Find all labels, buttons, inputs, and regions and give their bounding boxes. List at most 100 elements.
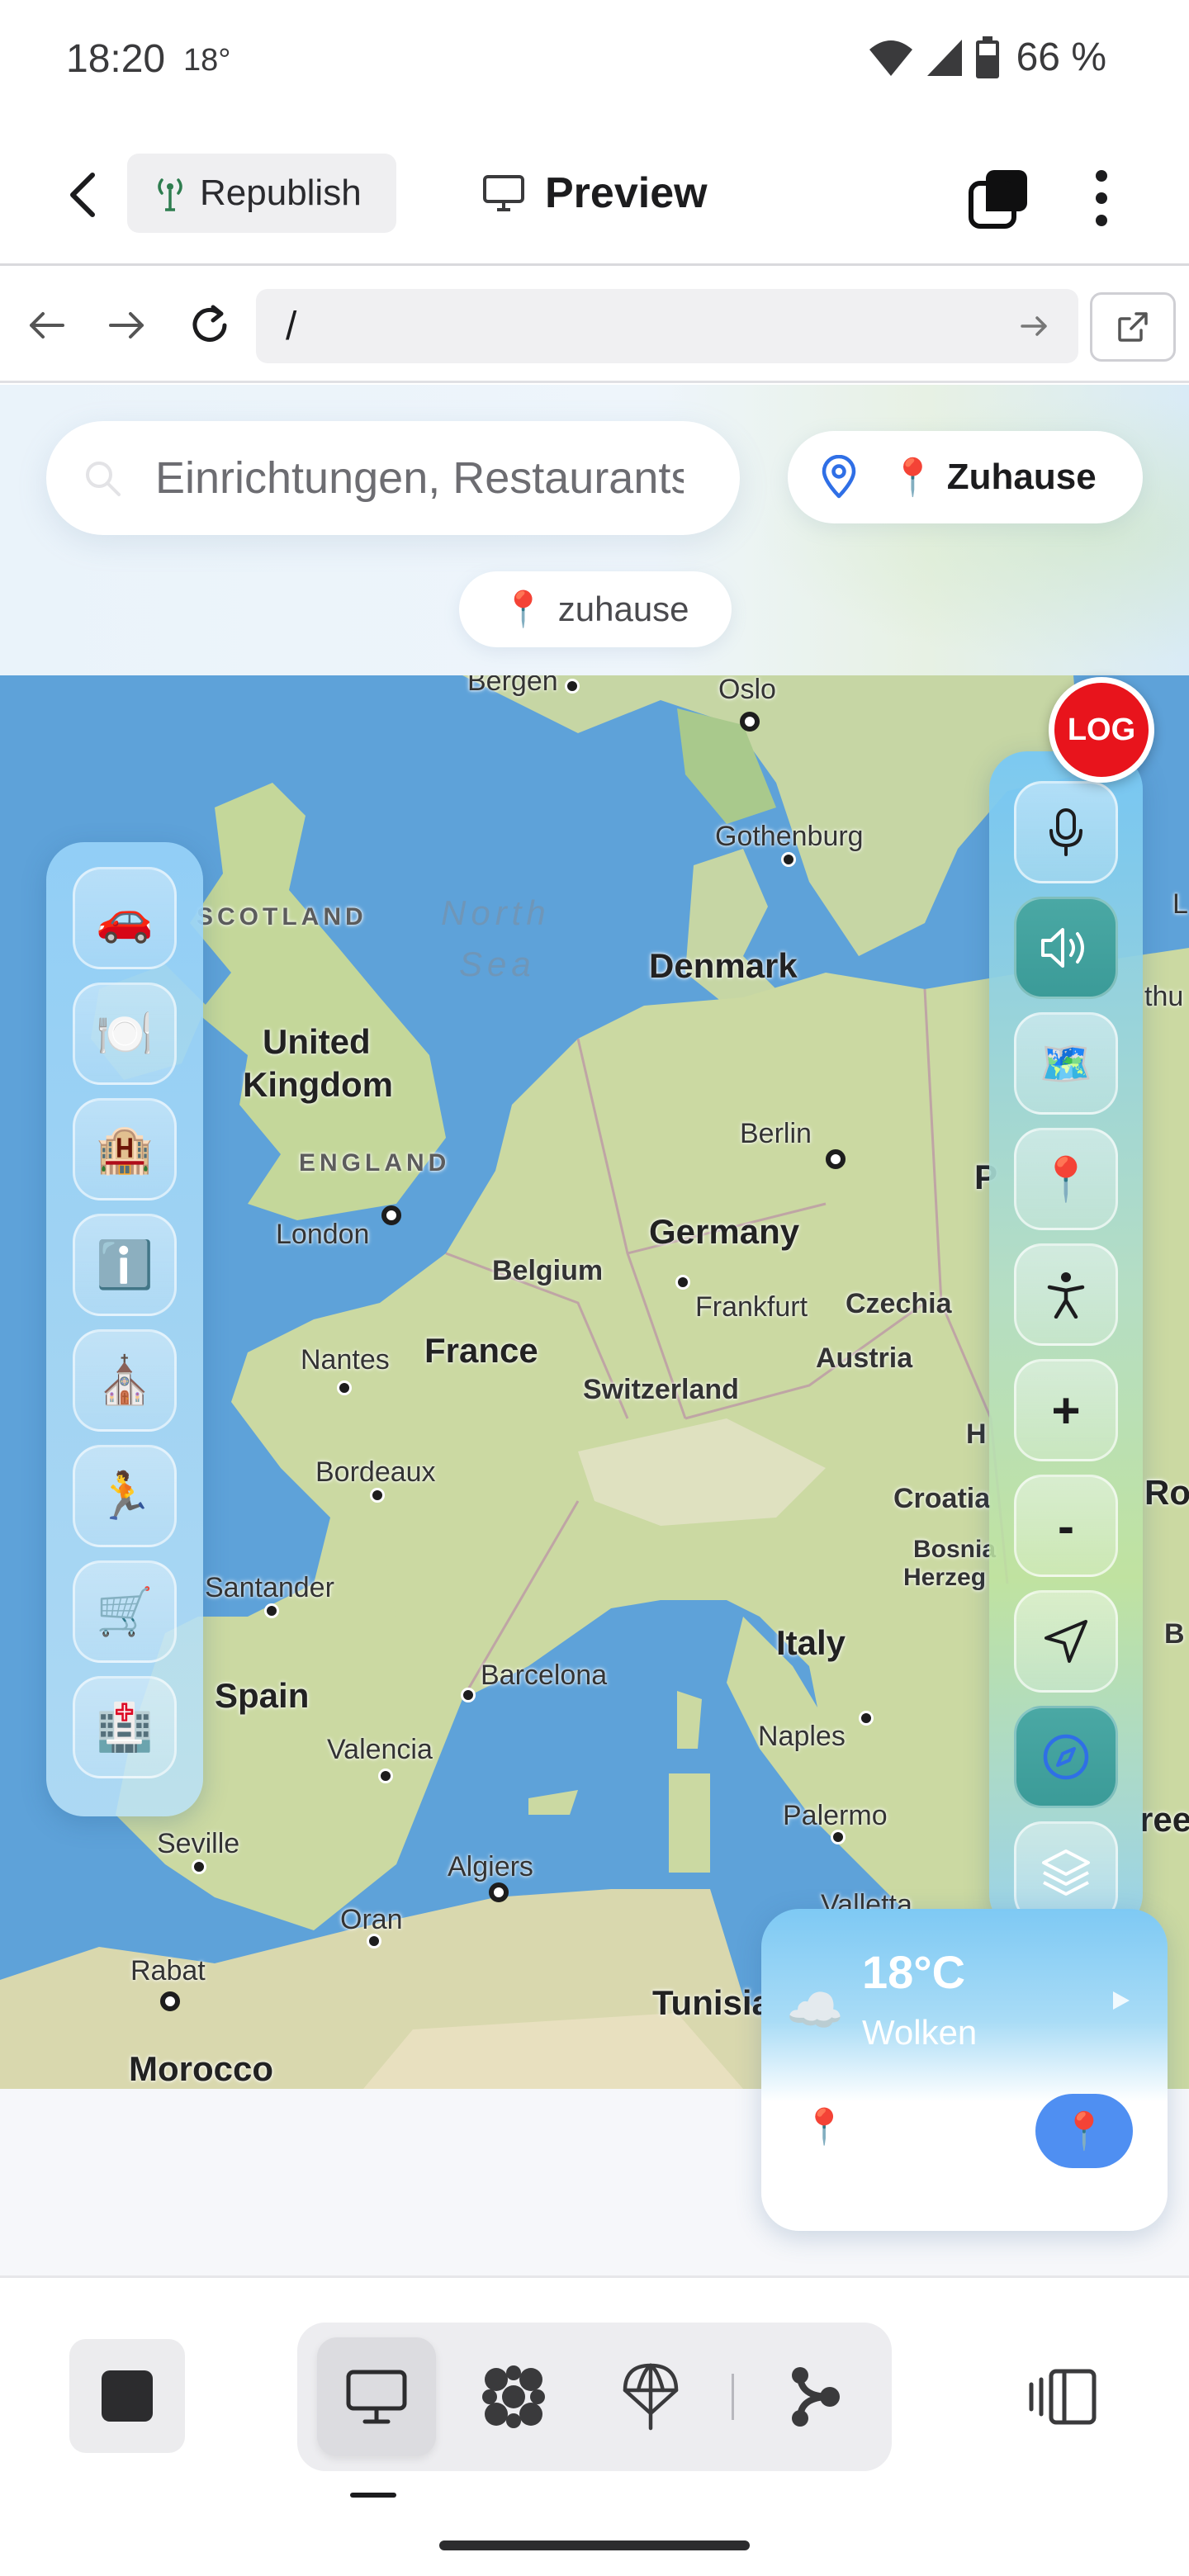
category-car-button[interactable]: 🚗: [73, 867, 177, 969]
map-style-button[interactable]: 🗺️: [1014, 1012, 1118, 1115]
location-chip-label: zuhause: [557, 590, 689, 628]
map-label-country: Tunisia: [652, 1983, 771, 2022]
tabs-button[interactable]: [968, 167, 1030, 230]
accessibility-icon: [1047, 1272, 1085, 1319]
category-shopping-button[interactable]: 🛒: [73, 1560, 177, 1663]
map-label-city: Oslo: [718, 675, 776, 705]
cart-icon: 🛒: [96, 1585, 154, 1637]
components-button[interactable]: [454, 2337, 573, 2456]
system-home-indicator[interactable]: [439, 2540, 750, 2550]
arrow-right-icon: [109, 312, 144, 339]
city-dot: [378, 1769, 393, 1783]
zoom-out-button[interactable]: -: [1014, 1475, 1118, 1577]
workflow-button[interactable]: [756, 2337, 875, 2456]
map-label-edge: L: [1172, 888, 1188, 920]
search-box[interactable]: [46, 421, 740, 535]
category-hospital-button[interactable]: 🏥: [73, 1676, 177, 1778]
play-icon[interactable]: [1108, 1988, 1133, 2013]
category-hotel-button[interactable]: 🏨: [73, 1098, 177, 1200]
runner-icon: 🏃: [96, 1470, 154, 1522]
map-label-country: Belgium: [492, 1255, 604, 1286]
home-location-button[interactable]: 📍 Zuhause: [788, 431, 1143, 523]
minus-icon: -: [1058, 1498, 1074, 1554]
more-options-button[interactable]: [1085, 165, 1118, 231]
layers-icon: [1042, 1849, 1090, 1896]
audio-toggle-button[interactable]: [1014, 897, 1118, 999]
location-chip[interactable]: 📍 zuhause: [459, 571, 732, 647]
speaker-icon: [1041, 928, 1084, 968]
weather-location-name: Gangelt: [857, 2107, 979, 2147]
republish-label: Republish: [200, 173, 362, 213]
back-button[interactable]: [58, 168, 107, 221]
tool-panel: 🗺️ 📍 + -: [989, 751, 1143, 1932]
broadcast-icon: [158, 178, 182, 211]
parachute-icon: [623, 2363, 679, 2431]
url-bar[interactable]: /: [256, 289, 1078, 363]
more-dot: [1096, 192, 1107, 204]
publish-button[interactable]: [591, 2337, 710, 2456]
grid-blob-icon: [482, 2365, 545, 2428]
map-label-city: Santander: [205, 1572, 334, 1603]
hotel-icon: 🏨: [96, 1123, 154, 1175]
signal-icon: [926, 39, 962, 76]
log-button[interactable]: LOG: [1044, 672, 1189, 789]
voice-input-button[interactable]: [1014, 781, 1118, 883]
flow-icon: [792, 2367, 840, 2427]
map-label-country: Morocco: [129, 2049, 274, 2088]
navigation-arrow-icon: [1045, 1620, 1087, 1663]
cloud-icon: ☁️: [786, 1984, 844, 2036]
pin-button[interactable]: 📍: [1014, 1128, 1118, 1230]
city-dot: [565, 679, 580, 694]
reload-icon: [192, 305, 227, 342]
map-label-country: Herzeg: [903, 1564, 987, 1591]
stop-button[interactable]: [69, 2339, 185, 2453]
map-label-city: Naples: [758, 1721, 846, 1752]
reload-button[interactable]: [185, 301, 234, 350]
view-mode-group: [297, 2323, 892, 2471]
bottom-app-bar: [0, 2275, 1189, 2576]
app-toolbar: Republish Preview: [0, 124, 1189, 266]
side-panel-button[interactable]: [1021, 2356, 1103, 2438]
open-external-button[interactable]: [1090, 292, 1176, 362]
category-restaurant-button[interactable]: 🍽️: [73, 983, 177, 1085]
map-label-city: Seville: [157, 1828, 240, 1859]
category-sport-button[interactable]: 🏃: [73, 1445, 177, 1547]
chevron-left-icon: [70, 173, 95, 217]
map-label-region: SCOTLAND: [197, 903, 367, 930]
weather-temperature: 18°C: [862, 1946, 966, 1998]
navigate-button[interactable]: [1014, 1590, 1118, 1693]
external-link-icon: [1118, 312, 1148, 342]
map-label-country: Kingdom: [243, 1065, 393, 1104]
compass-button[interactable]: [1014, 1706, 1118, 1808]
pin-icon: 📍: [1039, 1155, 1093, 1204]
map-label-country: Denmark: [649, 946, 798, 985]
nav-forward-button[interactable]: [102, 301, 152, 350]
map-search-header: 📍 Zuhause 📍 zuhause: [0, 385, 1189, 675]
go-arrow-icon[interactable]: [1021, 315, 1049, 338]
zoom-in-button[interactable]: +: [1014, 1359, 1118, 1461]
info-icon: ℹ️: [96, 1238, 154, 1290]
arrow-left-icon: [30, 312, 64, 339]
map-label-city: Nantes: [301, 1344, 390, 1376]
preview-label: Preview: [545, 169, 708, 217]
wifi-icon: [869, 40, 912, 76]
category-info-button[interactable]: ℹ️: [73, 1214, 177, 1316]
pin-emoji-icon: 📍: [803, 2107, 846, 2146]
city-dot: [781, 852, 796, 867]
compass-icon: [1043, 1734, 1089, 1780]
category-church-button[interactable]: ⛪: [73, 1329, 177, 1432]
city-dot-capital: [160, 1991, 180, 2011]
republish-button[interactable]: Republish: [127, 154, 396, 233]
weather-locate-button[interactable]: 📍: [1035, 2094, 1133, 2168]
search-input[interactable]: [155, 452, 684, 504]
nav-back-button[interactable]: [21, 301, 71, 350]
map-label-city: Rabat: [130, 1955, 206, 1986]
weather-card[interactable]: ☁️ 18°C Wolken 📍 Gangelt 📍: [761, 1909, 1168, 2231]
active-tab-indicator: [350, 2493, 396, 2498]
home-label: Zuhause: [946, 457, 1097, 497]
accessibility-button[interactable]: [1014, 1243, 1118, 1346]
map-label-country: Switzerland: [583, 1374, 739, 1405]
city-dot-capital: [826, 1149, 846, 1169]
desktop-preview-button[interactable]: [317, 2337, 436, 2456]
battery-icon: [975, 36, 999, 78]
